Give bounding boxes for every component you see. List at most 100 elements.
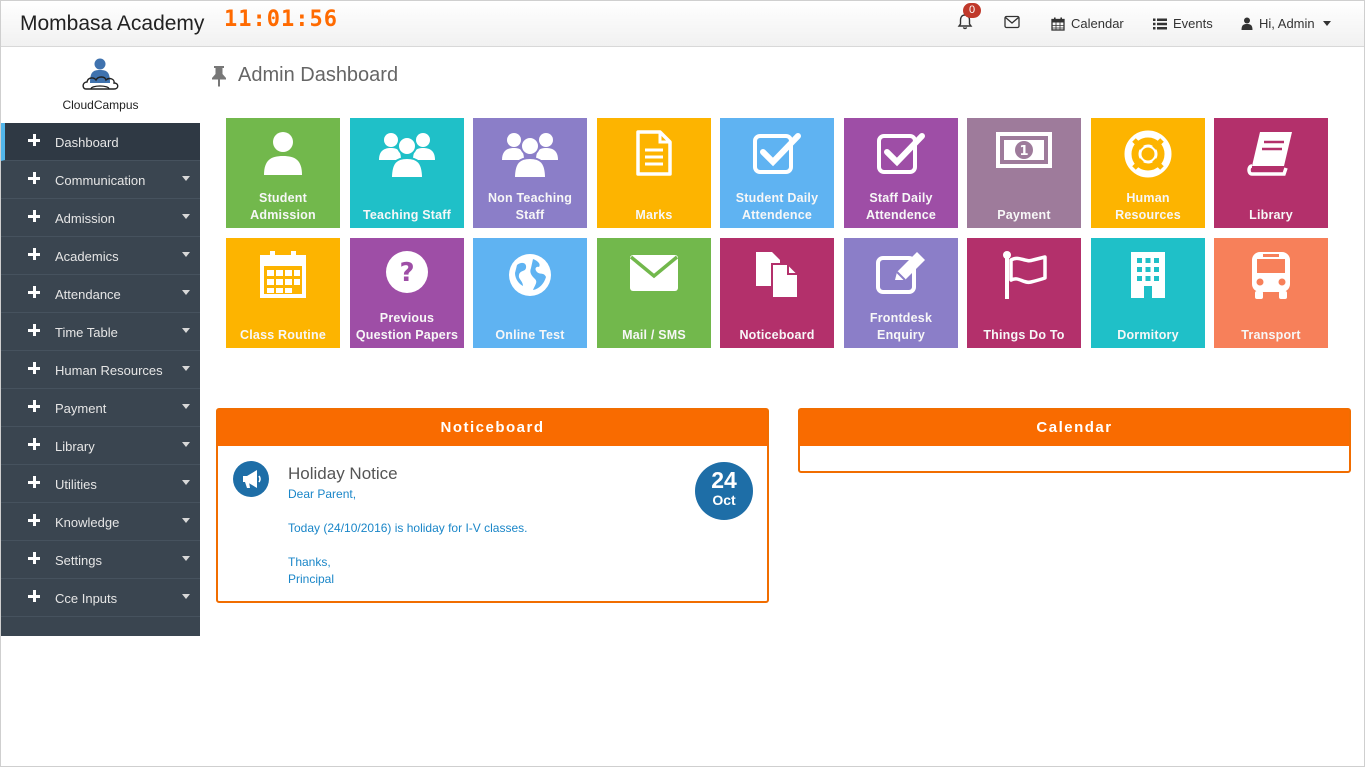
page-title-text: Admin Dashboard [238, 64, 399, 86]
sidebar-item-label: Human Resources [55, 363, 163, 378]
calendar-heading: Calendar [800, 410, 1349, 446]
calendar-icon [1051, 17, 1065, 31]
cloudcampus-logo-icon [82, 58, 119, 90]
notice-closing: Thanks, [288, 555, 331, 569]
checkbox-icon [753, 133, 801, 174]
svg-text:?: ? [399, 258, 414, 288]
noticeboard-panel: Noticeboard Holiday Notice Dear Parent, … [216, 408, 769, 603]
tile-label: Frontdesk Enquiry [869, 311, 933, 342]
bus-icon [1252, 252, 1290, 299]
envelope-icon [629, 255, 679, 291]
calendar-link-label: Calendar [1071, 16, 1124, 31]
sidebar-item-label: Cce Inputs [55, 591, 118, 606]
notification-count-badge: 0 [963, 3, 982, 18]
mail-icon[interactable] [1004, 15, 1020, 29]
tile-transport[interactable]: Transport [1214, 238, 1328, 348]
caret-down-icon [182, 556, 190, 561]
tile-previous-question-papers[interactable]: ? Previous Question Papers [350, 238, 464, 348]
tile-dormitory[interactable]: Dormitory [1091, 238, 1205, 348]
tile-noticeboard[interactable]: Noticeboard [720, 238, 834, 348]
sidebar-item-admission[interactable]: Admission [1, 199, 200, 237]
sidebar-item-label: Time Table [55, 325, 118, 340]
caret-down-icon [182, 480, 190, 485]
tile-label: Online Test [495, 328, 565, 342]
notice-month: Oct [712, 492, 736, 508]
sidebar-item-cce-inputs[interactable]: Cce Inputs [1, 579, 200, 617]
sidebar-nav: Dashboard Communication Admission Academ… [1, 123, 200, 636]
tile-online-test[interactable]: Online Test [473, 238, 587, 348]
logo-text: CloudCampus [62, 98, 139, 112]
notice-day: 24 [711, 467, 737, 493]
plus-icon [28, 400, 40, 412]
tile-label: Library [1249, 208, 1293, 222]
tile-student-daily-attendence[interactable]: Student Daily Attendence [720, 118, 834, 228]
tile-label: Marks [635, 208, 673, 222]
sidebar-item-label: Dashboard [55, 135, 119, 150]
book-icon [1247, 132, 1292, 176]
logo-area[interactable]: CloudCampus [1, 48, 200, 123]
tile-payment[interactable]: 1 Payment [967, 118, 1081, 228]
chevron-down-icon [1322, 21, 1331, 26]
brand-name[interactable]: Mombasa Academy [20, 12, 204, 36]
edit-icon [876, 252, 925, 294]
user-icon [264, 132, 302, 175]
sidebar-item-label: Settings [55, 553, 102, 568]
sidebar-item-academics[interactable]: Academics [1, 237, 200, 275]
tile-student-admission[interactable]: Student Admission [226, 118, 340, 228]
sidebar-item-library[interactable]: Library [1, 427, 200, 465]
tile-label: Teaching Staff [363, 208, 451, 222]
app-frame [0, 0, 1365, 767]
tile-library[interactable]: Library [1214, 118, 1328, 228]
users-icon [379, 133, 435, 178]
money-icon: 1 [996, 132, 1052, 168]
caret-down-icon [182, 594, 190, 599]
sidebar-item-communication[interactable]: Communication [1, 161, 200, 199]
sidebar-item-label: Payment [55, 401, 107, 416]
tile-human-resources[interactable]: Human Resources [1091, 118, 1205, 228]
lifebuoy-icon [1124, 130, 1172, 178]
plus-icon [28, 552, 40, 564]
notice-title[interactable]: Holiday Notice [288, 464, 398, 484]
globe-icon [509, 254, 551, 296]
tile-mail-sms[interactable]: Mail / SMS [597, 238, 711, 348]
sidebar-item-human-resources[interactable]: Human Resources [1, 351, 200, 389]
sidebar-item-knowledge[interactable]: Knowledge [1, 503, 200, 541]
tile-marks[interactable]: Marks [597, 118, 711, 228]
plus-icon [28, 210, 40, 222]
notice-signature: Principal [288, 572, 335, 586]
page-title: Admin Dashboard [210, 64, 398, 87]
tile-things-do-to[interactable]: Things Do To [967, 238, 1081, 348]
sidebar-item-utilities[interactable]: Utilities [1, 465, 200, 503]
sidebar-item-payment[interactable]: Payment [1, 389, 200, 427]
digital-clock: 11:01:56 [224, 7, 338, 32]
tile-staff-daily-attendence[interactable]: Staff Daily Attendence [844, 118, 958, 228]
notice-date-badge: 24 Oct [695, 462, 753, 520]
top-navbar: Mombasa Academy 11:01:56 0 Calendar Even… [1, 1, 1364, 47]
tile-frontdesk-enquiry[interactable]: Frontdesk Enquiry [844, 238, 958, 348]
caret-down-icon [182, 176, 190, 181]
caret-down-icon [182, 366, 190, 371]
caret-down-icon [182, 252, 190, 257]
tile-label: Dormitory [1117, 328, 1179, 342]
sidebar-item-dashboard[interactable]: Dashboard [1, 123, 200, 161]
sidebar-item-label: Communication [55, 173, 146, 188]
tile-label: Things Do To [983, 328, 1065, 342]
tile-label: Transport [1241, 328, 1301, 342]
tile-non-teaching-staff[interactable]: Non Teaching Staff [473, 118, 587, 228]
events-link[interactable]: Events [1153, 16, 1213, 31]
tile-label: Staff Daily Attendence [865, 191, 937, 222]
sidebar-item-label: Academics [55, 249, 119, 264]
pushpin-icon [212, 65, 226, 87]
sidebar-item-label: Attendance [55, 287, 121, 302]
tile-teaching-staff[interactable]: Teaching Staff [350, 118, 464, 228]
sidebar-item-attendance[interactable]: Attendance [1, 275, 200, 313]
plus-icon [28, 324, 40, 336]
sidebar-item-time-table[interactable]: Time Table [1, 313, 200, 351]
calendar-link[interactable]: Calendar [1051, 16, 1124, 31]
plus-icon [28, 590, 40, 602]
tile-label: Student Daily Attendence [735, 191, 819, 222]
sidebar-item-label: Library [55, 439, 95, 454]
tile-class-routine[interactable]: Class Routine [226, 238, 340, 348]
sidebar-item-settings[interactable]: Settings [1, 541, 200, 579]
user-menu[interactable]: Hi, Admin [1241, 16, 1331, 31]
